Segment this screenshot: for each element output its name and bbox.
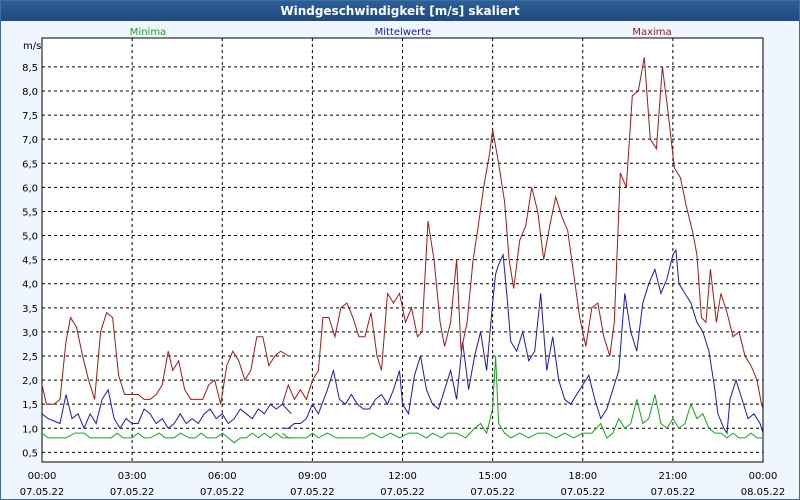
y-tick-label: 8,5	[22, 63, 38, 74]
y-axis-ticks: 0,5 1,0 1,5 2,0 2,5 3,0 3,5 4,0 4,5 5,0 5,5 6,0 6,5 7…	[22, 63, 38, 459]
x-axis-ticks: 00:00 07.05.22 03:00 07.05.22 06:00 07.05.22 0…	[20, 471, 786, 498]
wind-speed-chart: 0,5 1,0 1,5 2,0 2,5 3,0 3,5 4,0 4,5 5,0 5,5 6,0 6,5 7…	[20, 27, 786, 498]
y-tick-label: 3,0	[22, 328, 38, 339]
x-tick-time: 21:00	[658, 471, 687, 482]
chart-window: Windgeschwindigkeit [m/s] skaliert 0,5 1,…	[0, 0, 800, 500]
y-tick-label: 2,5	[22, 352, 38, 363]
legend-mittelwerte: Mittelwerte	[375, 27, 432, 38]
y-tick-label: 7,5	[22, 111, 38, 122]
y-tick-label: 4,0	[22, 280, 38, 291]
x-tick-date: 07.05.22	[380, 487, 425, 498]
x-tick-date: 07.05.22	[110, 487, 155, 498]
y-tick-label: 1,5	[22, 400, 38, 411]
y-tick-label: 6,0	[22, 183, 38, 194]
y-tick-label: 4,5	[22, 256, 38, 267]
y-tick-label: 8,0	[22, 87, 38, 98]
y-tick-label: 1,0	[22, 424, 38, 435]
x-tick-time: 09:00	[298, 471, 327, 482]
y-tick-label: 5,5	[22, 207, 38, 218]
y-tick-label: 5,0	[22, 232, 38, 243]
x-tick-time: 03:00	[118, 471, 147, 482]
x-tick-time: 18:00	[568, 471, 597, 482]
x-tick-time: 00:00	[749, 471, 778, 482]
x-tick-date: 07.05.22	[651, 487, 696, 498]
x-tick-date: 08.05.22	[741, 487, 786, 498]
x-tick-time: 06:00	[208, 471, 237, 482]
x-tick-date: 07.05.22	[290, 487, 335, 498]
x-tick-date: 07.05.22	[20, 487, 65, 498]
x-tick-date: 07.05.22	[470, 487, 515, 498]
legend-maxima: Maxima	[632, 27, 671, 38]
x-tick-date: 07.05.22	[560, 487, 605, 498]
y-tick-label: 2,0	[22, 376, 38, 387]
x-tick-date: 07.05.22	[200, 487, 245, 498]
y-tick-label: 3,5	[22, 304, 38, 315]
y-tick-label: 6,5	[22, 159, 38, 170]
legend-minima: Minima	[130, 27, 166, 38]
window-title: Windgeschwindigkeit [m/s] skaliert	[1, 1, 799, 21]
y-axis-unit: m/s	[23, 41, 41, 52]
x-tick-time: 00:00	[28, 471, 57, 482]
x-tick-time: 12:00	[388, 471, 417, 482]
y-tick-label: 0,5	[22, 448, 38, 459]
x-tick-time: 15:00	[478, 471, 507, 482]
y-tick-label: 7,0	[22, 135, 38, 146]
